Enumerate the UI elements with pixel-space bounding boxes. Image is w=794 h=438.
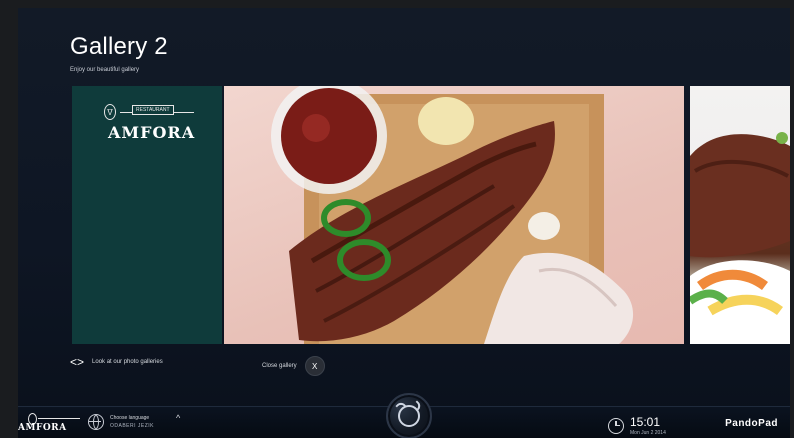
page-title: Gallery 2 — [70, 33, 168, 60]
gallery-strip: ᐁ RESTAURANT AMFORA — [72, 86, 790, 344]
home-center-button[interactable] — [386, 393, 432, 438]
bottom-restaurant-logo[interactable]: AMFORA — [18, 413, 82, 435]
page-subtitle: Enjoy our beautiful gallery — [70, 67, 140, 73]
close-gallery-row[interactable]: Close gallery X — [262, 356, 325, 376]
language-text: Choose language ODABERI JEZIK — [110, 415, 154, 429]
restaurant-logo-card: ᐁ RESTAURANT AMFORA — [72, 86, 222, 344]
photo-steak-side[interactable] — [690, 86, 790, 344]
nav-arrows-icon[interactable]: <> — [70, 355, 84, 369]
logo-restaurant-name: AMFORA — [108, 123, 196, 142]
clock: 15:01 Mon Jun 2 2014 — [608, 415, 666, 436]
photo-ribs-illustration — [271, 86, 634, 344]
close-gallery-button[interactable]: X — [304, 356, 325, 376]
photo-galleries-text[interactable]: Look at our photo galleries — [92, 359, 163, 365]
language-selector[interactable]: Choose language ODABERI JEZIK — [88, 414, 154, 430]
globe-icon — [88, 414, 104, 430]
clock-icon — [608, 417, 624, 434]
bottom-bar: AMFORA Choose language ODABERI JEZIK ^ 1… — [18, 393, 790, 438]
date-text: Mon Jun 2 2014 — [630, 430, 666, 436]
logo-restaurant-tag: RESTAURANT — [132, 105, 174, 115]
logo-mark-icon: ᐁ — [104, 104, 116, 120]
screen: Gallery 2 Enjoy our beautiful gallery ᐁ … — [18, 8, 790, 438]
app-brand-logo: PandoPad — [725, 418, 778, 429]
bottom-logo-line — [38, 418, 80, 419]
tie-icon — [398, 405, 420, 427]
choose-language-label: Choose language — [110, 415, 150, 421]
bottom-restaurant-name: AMFORA — [18, 423, 67, 433]
photo-ribs[interactable] — [224, 86, 684, 344]
photo-galleries-row[interactable]: <> Look at our photo galleries — [70, 355, 163, 369]
photo-steak-illustration — [690, 132, 790, 344]
close-gallery-text[interactable]: Close gallery — [262, 363, 297, 369]
time-text: 15:01 — [630, 415, 661, 429]
choose-language-value: ODABERI JEZIK — [110, 423, 155, 429]
language-caret-icon[interactable]: ^ — [176, 413, 180, 423]
time-date: 15:01 Mon Jun 2 2014 — [630, 415, 666, 436]
